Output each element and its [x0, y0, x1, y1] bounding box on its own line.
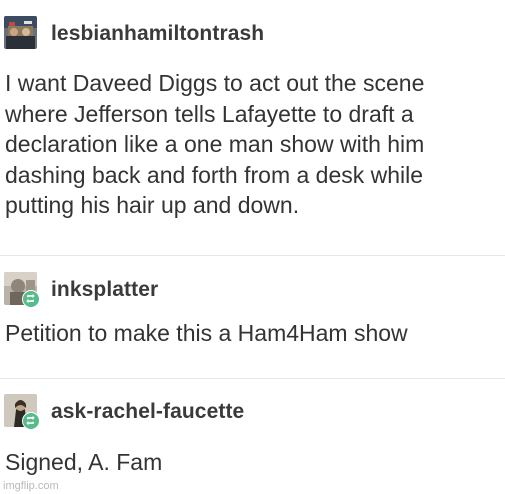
- post-text-line: I want Daveed Diggs to act out the scene: [5, 70, 425, 96]
- post-text: Signed, A. Fam: [5, 447, 162, 478]
- post-2: inksplatter Petition to make this a Ham4…: [0, 268, 505, 346]
- post-text: Petition to make this a Ham4Ham show: [5, 318, 408, 349]
- post-1: lesbianhamiltontrash I want Daveed Diggs…: [0, 12, 505, 218]
- post-3: ask-rachel-faucette Signed, A. Fam: [0, 390, 505, 475]
- user-avatar-icon[interactable]: [4, 16, 37, 49]
- post-text-line: where Jefferson tells Lafayette to draft…: [5, 100, 414, 127]
- post-divider: [0, 378, 505, 379]
- post-text-line: Petition to make this a Ham4Ham show: [5, 320, 408, 346]
- reblog-icon: [22, 290, 40, 308]
- post-divider: [0, 255, 505, 256]
- post-username[interactable]: inksplatter: [51, 278, 158, 302]
- post-1-header: lesbianhamiltontrash: [0, 12, 505, 52]
- post-text-line: declaration like a one man show with him: [5, 131, 425, 157]
- post-text-line: putting his hair up and down.: [5, 192, 300, 218]
- post-3-header: ask-rachel-faucette: [0, 390, 505, 430]
- reblog-icon: [22, 412, 40, 430]
- post-2-header: inksplatter: [0, 268, 505, 308]
- post-text: I want Daveed Diggs to act out the scene…: [5, 68, 424, 221]
- post-text-line: Signed, A. Fam: [5, 449, 163, 475]
- post-text-line: dashing back and forth from a desk while: [5, 161, 424, 188]
- watermark: imgflip.com: [3, 480, 59, 492]
- post-username[interactable]: lesbianhamiltontrash: [51, 22, 264, 46]
- post-username[interactable]: ask-rachel-faucette: [51, 400, 244, 424]
